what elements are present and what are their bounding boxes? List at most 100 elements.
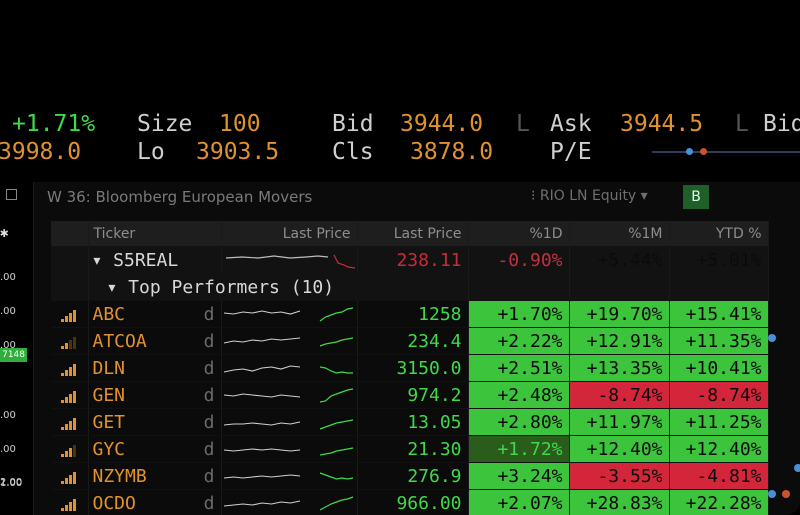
pct-1d-cell: +2.51% [468, 354, 570, 382]
signal-bars-icon [51, 408, 89, 436]
signal-bars-icon [51, 462, 89, 490]
timeline-dot [768, 490, 776, 498]
sparkline-chart [223, 496, 353, 511]
pct-1d-cell: +1.72% [468, 435, 570, 463]
pct-1m-cell: -8.74% [569, 381, 670, 409]
pct-1d-column-header[interactable]: %1D [468, 221, 570, 247]
sparkline-intraday [319, 447, 353, 456]
ticker-symbol: GEN [92, 384, 126, 406]
sparkline-history [223, 500, 300, 507]
index-row[interactable]: ▾ S5REAL 238.11 -0.90% +5.44% +5.01% [51, 246, 769, 274]
last-price-cell: 966.00 [357, 489, 469, 515]
pct-1m-cell: +12.91% [569, 327, 670, 355]
movers-window: W 36: Bloomberg European Movers ⁝ RIO LN… [33, 182, 800, 515]
size-value: 100 [219, 111, 261, 137]
table-row[interactable]: d ATCOA 234.4 +2.22% +12.91% +11.35% [51, 327, 769, 355]
table-row[interactable]: d OCDO 966.00 +2.07% +28.83% +22.28% [51, 489, 769, 515]
ticker-cell[interactable]: d GEN [88, 381, 222, 409]
change-pct: +1.71% [12, 111, 96, 137]
lo-value: 3903.5 [196, 139, 280, 165]
signal-bars-icon [51, 327, 89, 355]
range-slider-marker [700, 148, 707, 155]
ticker-cell[interactable]: d GET [88, 408, 222, 436]
sparkline-chart [223, 388, 353, 403]
ticker-symbol: ATCOA [92, 330, 147, 352]
terminal-frame: +1.71% Size 100 Bid 3944.0 L Ask 3944.5 … [0, 0, 800, 515]
pe-label: P/E [550, 139, 592, 165]
sparkline-chart [223, 365, 353, 374]
last-price-cell: 3150.0 [357, 354, 469, 382]
sparkline-cell [221, 408, 358, 436]
lo-label: Lo [137, 139, 165, 165]
last-value: 3998.0 [0, 139, 82, 165]
quote-header: +1.71% Size 100 Bid 3944.0 L Ask 3944.5 … [0, 110, 800, 170]
ticker-symbol: NZYMB [92, 465, 147, 487]
sparkline-cell [221, 489, 358, 515]
ytd-cell: +11.25% [669, 408, 769, 436]
last-price-chart-header[interactable]: Last Price [221, 221, 358, 247]
ticker-symbol: GYC [92, 438, 126, 460]
ticker-cell[interactable]: d OCDO [88, 489, 222, 515]
ytd-column-header[interactable]: YTD % [669, 221, 769, 247]
sparkline-cell [221, 381, 358, 409]
bid-flag: L [516, 111, 530, 137]
index-sparkline [221, 246, 358, 274]
ytd-cell: -8.74% [669, 381, 769, 409]
table-row[interactable]: d GYC 21.30 +1.72% +12.40% +12.40% [51, 435, 769, 463]
ticker-flag: d [203, 465, 215, 487]
table-row[interactable]: d NZYMB 276.9 +3.24% -3.55% -4.81% [51, 462, 769, 490]
ticker-cell[interactable]: d NZYMB [88, 462, 222, 490]
bid-label-2: Bid [763, 111, 800, 137]
ytd-cell: +10.41% [669, 354, 769, 382]
table-header-row: Ticker Last Price Last Price %1D %1M YTD… [51, 221, 769, 247]
table-row[interactable]: d DLN 3150.0 +2.51% +13.35% +10.41% [51, 354, 769, 382]
table-row[interactable]: d GEN 974.2 +2.48% -8.74% -8.74% [51, 381, 769, 409]
ticker-symbol: GET [92, 411, 126, 433]
ticker-cell[interactable]: d DLN [88, 354, 222, 382]
sparkline-intraday [319, 419, 353, 430]
range-slider-handle[interactable] [686, 148, 693, 155]
sparkline-chart [223, 472, 353, 480]
pct-1m-cell: +19.70% [569, 300, 670, 328]
ytd-cell: -4.81% [669, 462, 769, 490]
sparkline-history [223, 310, 300, 315]
ticker-cell[interactable]: d ATCOA [88, 327, 222, 355]
last-price-column-header[interactable]: Last Price [357, 221, 469, 247]
cls-label: Cls [332, 139, 374, 165]
ticker-column-header[interactable]: Ticker [88, 221, 222, 247]
pct-1m-column-header[interactable]: %1M [569, 221, 670, 247]
window-title: W 36: Bloomberg European Movers [47, 188, 313, 206]
signal-bars-icon [51, 300, 89, 328]
ticker-flag: d [203, 330, 215, 352]
ytd-cell: +22.28% [669, 489, 769, 515]
group-name: ▾ Top Performers (10) [88, 273, 469, 301]
signal-bars-icon [51, 381, 89, 409]
sparkline-history [223, 365, 300, 373]
sparkline-history [223, 337, 300, 344]
ticker-flag: d [203, 411, 215, 433]
ask-flag: L [735, 111, 749, 137]
security-selector[interactable]: ⁝ RIO LN Equity ▾ [531, 188, 648, 204]
table-row[interactable]: d ABC 1258 +1.70% +19.70% +15.41% [51, 300, 769, 328]
range-slider-track[interactable] [652, 151, 800, 153]
ticker-cell[interactable]: d ABC [88, 300, 222, 328]
sparkline-history [223, 474, 300, 479]
ask-label: Ask [550, 111, 592, 137]
axis-tick: 2.00 [0, 477, 23, 488]
sparkline-chart [223, 337, 353, 347]
ticker-cell[interactable]: d GYC [88, 435, 222, 463]
sparkline-intraday [319, 472, 353, 480]
table-row[interactable]: d GET 13.05 +2.80% +11.97% +11.25% [51, 408, 769, 436]
pct-1d-cell: +3.24% [468, 462, 570, 490]
ticker-flag: d [203, 492, 215, 514]
index-pct-1d: -0.90% [468, 246, 570, 274]
b-button[interactable]: B [683, 185, 709, 209]
pct-1d-cell: +1.70% [468, 300, 570, 328]
sparkline-intraday [319, 496, 353, 511]
ytd-cell: +12.40% [669, 435, 769, 463]
sparkline-intraday [319, 307, 353, 322]
cls-value: 3878.0 [410, 139, 494, 165]
sparkline-intraday [319, 366, 353, 374]
group-row[interactable]: ▾ Top Performers (10) [51, 273, 769, 301]
last-price-cell: 21.30 [357, 435, 469, 463]
